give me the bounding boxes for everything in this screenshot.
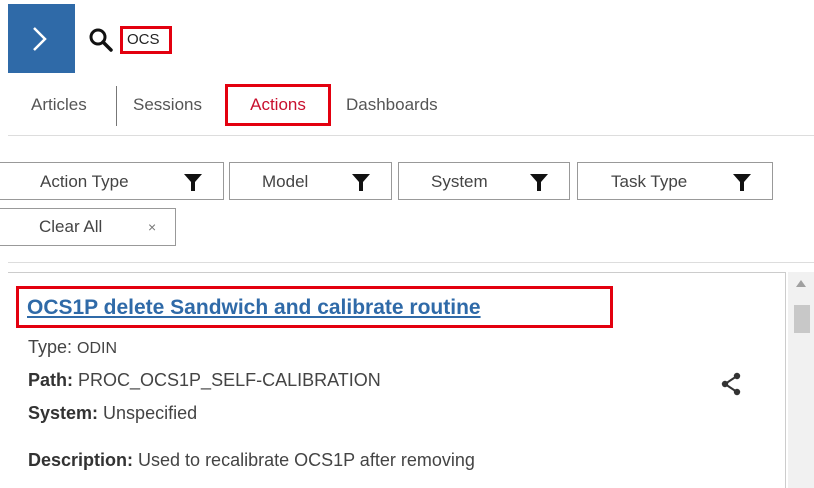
result-system: System: Unspecified xyxy=(28,403,197,424)
funnel-icon xyxy=(530,174,548,191)
close-icon[interactable]: × xyxy=(148,209,156,245)
clear-all-button[interactable]: Clear All × xyxy=(0,208,176,246)
filter-label: Task Type xyxy=(611,172,688,191)
tab-actions[interactable]: Actions xyxy=(225,84,331,126)
filter-label: System xyxy=(431,172,488,191)
search-input[interactable]: OCS xyxy=(120,26,172,54)
system-value: Unspecified xyxy=(103,403,198,423)
filter-action-type[interactable]: Action Type xyxy=(0,162,224,200)
result-type: Type: ODIN xyxy=(28,337,117,358)
share-icon[interactable] xyxy=(718,371,744,397)
scroll-up-arrow-icon[interactable] xyxy=(796,280,806,287)
type-label: Type: xyxy=(28,337,73,357)
filters-divider xyxy=(8,262,814,263)
description-value: Used to recalibrate OCS1P after removing xyxy=(138,450,475,470)
funnel-icon xyxy=(352,174,370,191)
expand-panel-button[interactable] xyxy=(8,4,75,73)
filter-task-type[interactable]: Task Type xyxy=(577,162,773,200)
funnel-icon xyxy=(733,174,751,191)
filter-system[interactable]: System xyxy=(398,162,570,200)
result-title-link[interactable]: OCS1P delete Sandwich and calibrate rout… xyxy=(27,296,481,320)
scrollbar-thumb[interactable] xyxy=(794,305,810,333)
chevron-right-icon xyxy=(33,27,47,51)
path-value: PROC_OCS1P_SELF-CALIBRATION xyxy=(78,370,381,390)
filter-model[interactable]: Model xyxy=(229,162,392,200)
tab-articles[interactable]: Articles xyxy=(31,93,87,117)
result-description: Description: Used to recalibrate OCS1P a… xyxy=(28,450,475,471)
clear-all-label: Clear All xyxy=(39,217,103,236)
tab-divider xyxy=(116,86,117,126)
tab-sessions[interactable]: Sessions xyxy=(133,93,202,117)
system-label: System: xyxy=(28,403,99,423)
filter-label: Action Type xyxy=(40,172,129,191)
funnel-icon xyxy=(184,174,202,191)
result-path: Path: PROC_OCS1P_SELF-CALIBRATION xyxy=(28,370,381,391)
tabs-divider xyxy=(8,135,814,136)
tab-dashboards[interactable]: Dashboards xyxy=(346,93,438,117)
filter-label: Model xyxy=(262,172,309,191)
type-value: ODIN xyxy=(77,340,118,357)
search-icon[interactable] xyxy=(88,27,114,53)
description-label: Description: xyxy=(28,450,134,470)
path-label: Path: xyxy=(28,370,73,390)
